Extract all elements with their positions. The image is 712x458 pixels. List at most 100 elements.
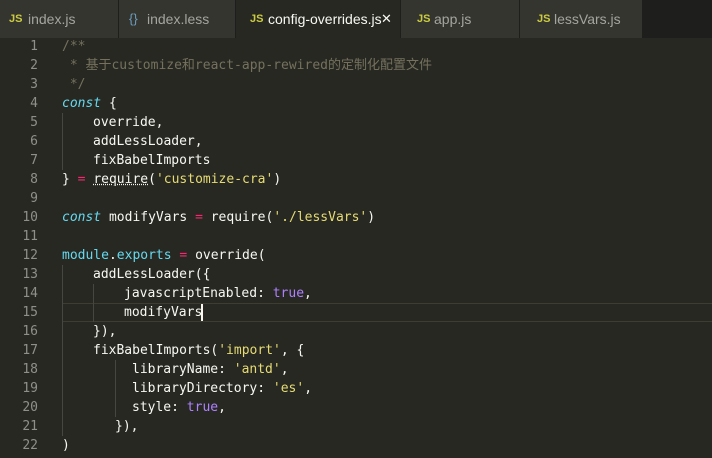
keyword: const xyxy=(62,210,102,225)
code-text: : xyxy=(257,286,273,301)
line-number: 5 xyxy=(30,115,38,130)
identifier: modifyVars xyxy=(124,305,203,320)
code-line-22: ) xyxy=(62,438,70,453)
code-line-20: style: true, xyxy=(132,398,226,417)
indent-guide xyxy=(115,360,116,417)
code-line-12: module.exports = override( xyxy=(62,246,266,265)
close-icon[interactable]: ✕ xyxy=(381,0,392,38)
function-call: override xyxy=(195,248,258,263)
string-literal: 'antd' xyxy=(233,362,281,377)
line-number: 19 xyxy=(22,381,38,396)
code-line-21: }), xyxy=(115,419,139,434)
line-number: 17 xyxy=(22,343,38,358)
tab-label: app.js xyxy=(434,11,472,27)
braces-file-icon: {} xyxy=(129,11,138,26)
code-text: , xyxy=(280,362,289,377)
identifier: module xyxy=(62,248,109,263)
code-text: ) xyxy=(367,210,376,225)
code-text: : xyxy=(257,381,273,396)
code-text: , xyxy=(304,286,312,301)
code-text: , xyxy=(194,134,203,149)
line-number: 3 xyxy=(30,77,38,92)
line-number: 12 xyxy=(22,248,38,263)
line-number: 9 xyxy=(30,191,38,206)
code-line-4: const { xyxy=(62,94,117,113)
js-file-icon: JS xyxy=(417,13,431,25)
tab-app-js[interactable]: JS app.js xyxy=(401,0,519,38)
code-text: ({ xyxy=(194,267,211,282)
object-key: style xyxy=(132,400,172,415)
code-line-7: fixBabelImports xyxy=(93,151,210,170)
string-literal: 'customize-cra' xyxy=(155,172,274,187)
indent-guide xyxy=(93,284,94,322)
function-call: require xyxy=(93,172,149,187)
js-file-icon: JS xyxy=(537,13,551,25)
tab-index-less[interactable]: {} index.less xyxy=(119,0,235,38)
boolean-literal: true xyxy=(272,286,305,301)
function-call: require xyxy=(210,210,266,225)
js-file-icon: JS xyxy=(9,13,23,25)
line-number: 20 xyxy=(22,400,38,415)
code-line-16: }), xyxy=(93,324,117,339)
code-text: , xyxy=(155,115,164,130)
code-line-18: libraryName: 'antd', xyxy=(132,360,289,379)
line-number: 2 xyxy=(30,58,38,73)
tab-lessvars-js[interactable]: JS lessVars.js xyxy=(520,0,642,38)
object-key: javascriptEnabled xyxy=(124,286,258,301)
property: exports xyxy=(116,248,172,263)
object-key: libraryDirectory xyxy=(132,381,258,396)
object-key: libraryName xyxy=(132,362,219,377)
boolean-literal: true xyxy=(186,400,219,415)
line-number: 13 xyxy=(22,267,38,282)
line-number: 1 xyxy=(30,39,38,54)
code-line-19: libraryDirectory: 'es', xyxy=(132,379,312,398)
js-file-icon: JS xyxy=(250,13,264,25)
string-literal: 'es' xyxy=(272,381,305,396)
line-number: 11 xyxy=(22,229,38,244)
code-text: ( xyxy=(257,248,266,263)
tab-label: lessVars.js xyxy=(554,11,621,27)
tab-config-overrides-js[interactable]: JS config-overrides.js ✕ xyxy=(236,0,400,38)
line-number: 10 xyxy=(22,210,38,225)
indent-guide xyxy=(62,265,63,436)
identifier: modifyVars xyxy=(101,210,196,225)
line-number: 7 xyxy=(30,153,38,168)
code-line-6: addLessLoader, xyxy=(93,132,203,151)
line-number: 21 xyxy=(22,419,38,434)
code-line-2: * 基于customize和react-app-rewired的定制化配置文件 xyxy=(62,58,432,73)
line-number: 16 xyxy=(22,324,38,339)
function-call: fixBabelImports xyxy=(93,343,211,358)
line-number: 18 xyxy=(22,362,38,377)
tab-label: index.js xyxy=(28,11,76,27)
code-text: . xyxy=(108,248,117,263)
code-text: : xyxy=(171,400,187,415)
tab-label: config-overrides.js xyxy=(268,11,382,27)
line-number: 15 xyxy=(22,305,38,320)
code-line-5: override, xyxy=(93,113,163,132)
code-line-15: modifyVars xyxy=(124,303,202,322)
code-text: , xyxy=(218,400,226,415)
code-line-3: */ xyxy=(62,77,86,92)
line-number: 8 xyxy=(30,172,38,187)
code-line-14: javascriptEnabled: true, xyxy=(124,284,312,303)
tab-index-js[interactable]: JS index.js xyxy=(0,0,118,38)
editor-tab-bar: JS index.js {} index.less JS config-over… xyxy=(0,0,712,38)
indent-guide xyxy=(62,113,63,170)
text-cursor xyxy=(201,304,203,321)
line-number: 4 xyxy=(30,96,38,111)
line-number: 22 xyxy=(22,438,38,453)
string-literal: './lessVars' xyxy=(273,210,368,225)
identifier: addLessLoader xyxy=(93,134,195,149)
code-line-17: fixBabelImports('import', { xyxy=(93,341,304,360)
tab-label: index.less xyxy=(147,11,210,27)
code-text: ( xyxy=(148,172,156,187)
code-line-8: } = require('customize-cra') xyxy=(62,170,281,189)
code-line-1: /** xyxy=(62,39,86,54)
identifier: override xyxy=(93,115,156,130)
code-line-13: addLessLoader({ xyxy=(93,265,210,284)
code-text: { xyxy=(101,96,117,111)
code-line-10: const modifyVars = require('./lessVars') xyxy=(62,208,375,227)
line-number: 14 xyxy=(22,286,38,301)
keyword: const xyxy=(62,96,102,111)
